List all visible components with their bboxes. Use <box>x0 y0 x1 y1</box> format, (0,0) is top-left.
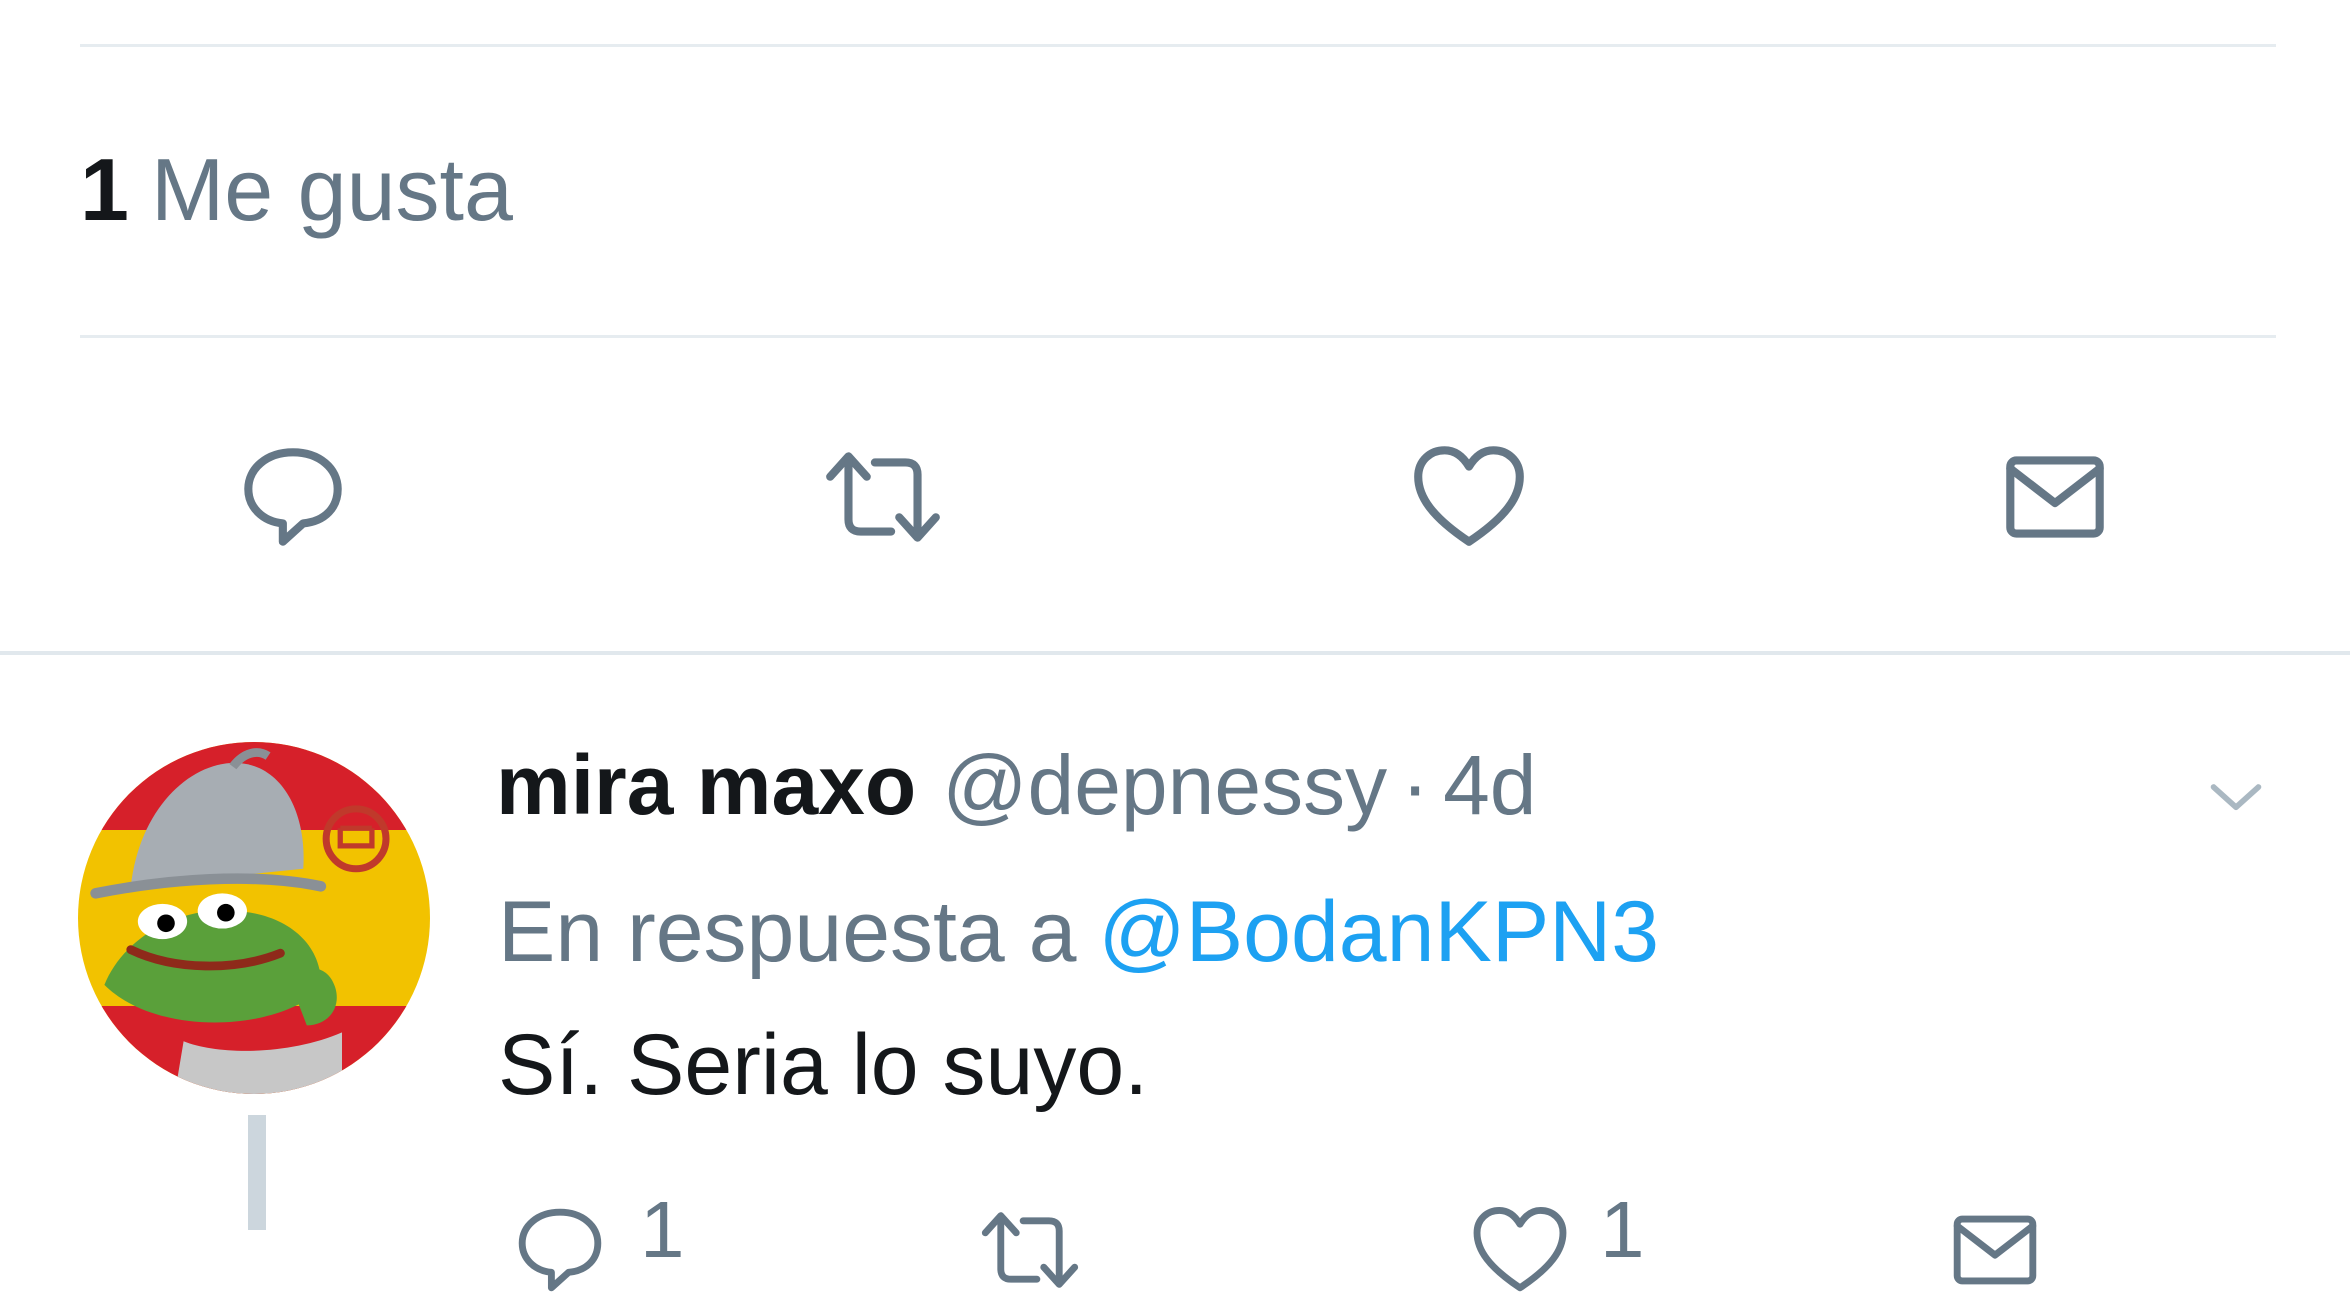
thread-line <box>248 1115 266 1230</box>
author-handle[interactable]: @depnessy <box>942 738 1387 832</box>
tweet-dm-button[interactable] <box>1940 1195 2050 1285</box>
heart-icon <box>1473 1207 1567 1292</box>
in-reply-to: En respuesta a @BodanKPN3 <box>498 872 1659 992</box>
like-count: 1 <box>1600 1185 1645 1274</box>
retweet-icon <box>981 1212 1079 1288</box>
avatar-image <box>78 742 430 1094</box>
separator-dot: · <box>1401 738 1430 832</box>
author-name[interactable]: mira maxo <box>496 738 916 832</box>
tweet-retweet-button[interactable] <box>975 1195 1085 1288</box>
tweet-like-button[interactable] <box>1465 1195 1575 1292</box>
tweet-timestamp[interactable]: 4d <box>1443 738 1536 832</box>
more-options-button[interactable] <box>2200 760 2272 832</box>
direct-message-button[interactable] <box>1990 432 2120 562</box>
envelope-icon <box>2006 456 2104 538</box>
retweet-button[interactable] <box>818 432 948 562</box>
reply-prefix: En respuesta a <box>498 884 1077 980</box>
retweet-icon <box>826 452 940 542</box>
likes-stat[interactable]: 1 Me gusta <box>80 130 513 250</box>
tweet-text: Sí. Seria lo suyo. <box>498 1017 1149 1113</box>
reply-handle-link[interactable]: @BodanKPN3 <box>1098 884 1659 980</box>
envelope-icon <box>1953 1215 2037 1285</box>
avatar[interactable] <box>78 742 430 1094</box>
tweet-separator <box>0 651 2350 655</box>
divider-top <box>80 44 2276 47</box>
likes-count: 1 <box>80 140 129 239</box>
tweet-reply-button[interactable] <box>505 1195 615 1292</box>
reply-icon <box>244 448 342 546</box>
chevron-down-icon <box>2210 784 2262 811</box>
heart-icon <box>1414 446 1524 546</box>
reply-button[interactable] <box>228 432 358 562</box>
tweet-header: mira maxo @depnessy · 4d <box>496 725 1537 845</box>
reply-icon <box>518 1208 602 1292</box>
likes-label: Me gusta <box>150 140 513 239</box>
reply-count: 1 <box>640 1185 685 1274</box>
divider-middle <box>80 335 2276 338</box>
like-button[interactable] <box>1404 432 1534 562</box>
